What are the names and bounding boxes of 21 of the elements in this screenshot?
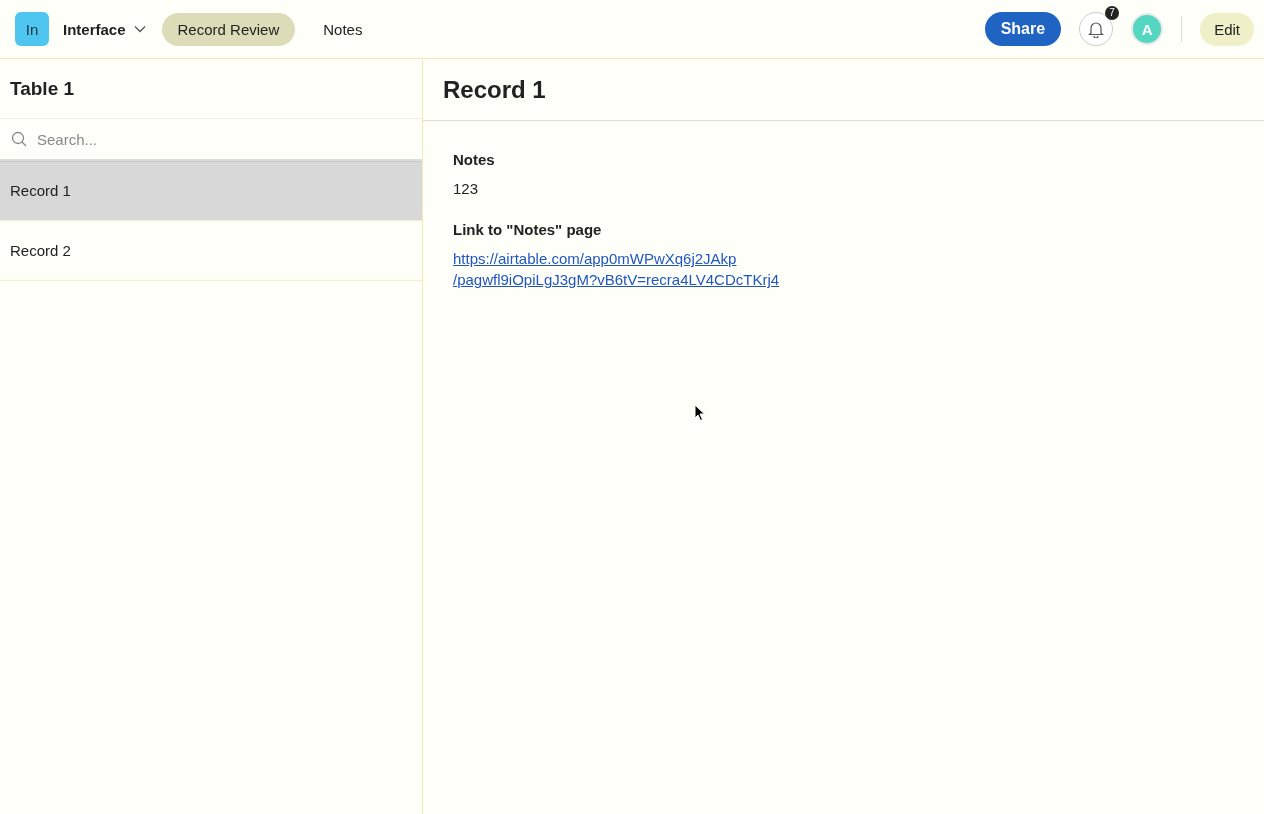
edit-button[interactable]: Edit [1200, 12, 1254, 46]
table-title: Table 1 [10, 77, 75, 100]
page-tab[interactable]: Record Review [161, 12, 296, 46]
record-title: Record 1 [443, 75, 546, 104]
search-icon [11, 131, 27, 147]
record-item[interactable]: Record 2 [0, 221, 422, 281]
mouse-cursor-icon [694, 404, 706, 422]
field-label: Notes [453, 151, 496, 168]
field-value: 123 [453, 180, 480, 197]
app-badge[interactable]: In [15, 12, 49, 46]
page-tab[interactable]: Notes [307, 12, 379, 46]
field-label: Link to "Notes" page [453, 221, 603, 238]
url-link[interactable]: https://airtable.com/app0mWPwXq6j2JAkp [453, 250, 737, 267]
url-link[interactable]: /pagwfl9iOpiLgJ3gM?vB6tV=recra4LV4CDcTKrj4 [453, 271, 780, 288]
record-item[interactable]: Record 1 [0, 161, 422, 221]
notification-count: 7 [1105, 6, 1120, 20]
search-field[interactable]: Search... [35, 129, 422, 149]
bell-icon [1088, 20, 1105, 38]
chevron-down-icon [133, 25, 146, 33]
share-button[interactable]: Share [984, 12, 1062, 46]
app-menu-button[interactable]: Interface [59, 14, 150, 44]
